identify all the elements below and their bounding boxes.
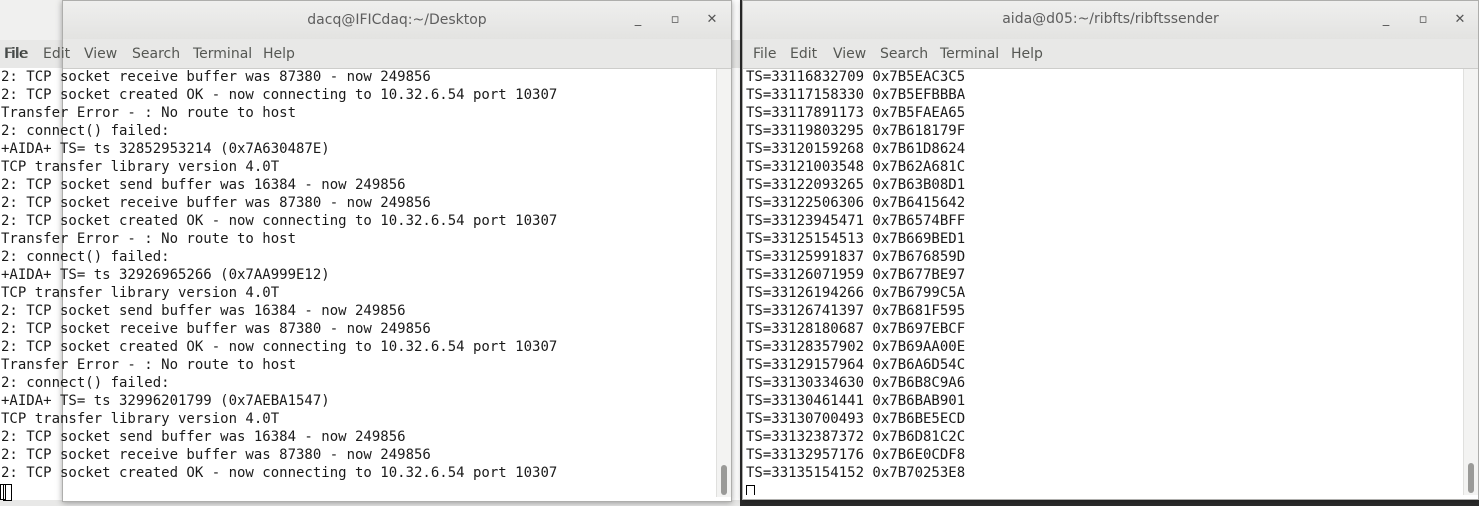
left-terminal-output[interactable]: 2: TCP socket receive buffer was 87380 -… [1, 69, 717, 501]
left-scrollbar[interactable] [716, 69, 731, 497]
terminal-line: 2: TCP socket created OK - now connectin… [1, 465, 558, 481]
terminal-line: 2: TCP socket send buffer was 16384 - no… [1, 303, 406, 319]
terminal-line: TS=33129157964 0x7B6A6D54C [746, 357, 966, 373]
menu-terminal[interactable]: Terminal [940, 46, 999, 62]
minimize-icon[interactable]: _ [629, 11, 647, 29]
terminal-line: 2: TCP socket receive buffer was 87380 -… [1, 447, 431, 463]
terminal-line: 2: connect() failed: [1, 249, 170, 265]
left-menubar: File Edit View Search Terminal Help [5, 39, 731, 69]
close-icon[interactable]: ✕ [1451, 11, 1469, 29]
menu-view[interactable]: View [833, 46, 866, 62]
terminal-line: 2: TCP socket receive buffer was 87380 -… [1, 195, 431, 211]
terminal-line: TS=33122093265 0x7B63B08D1 [746, 177, 966, 193]
terminal-line: TS=33132387372 0x7B6D81C2C [746, 429, 966, 445]
terminal-line: Transfer Error - : No route to host [1, 105, 297, 121]
terminal-line: Transfer Error - : No route to host [1, 357, 297, 373]
terminal-line: TS=33125991837 0x7B676859D [746, 249, 966, 265]
terminal-line: TS=33122506306 0x7B6415642 [746, 195, 966, 211]
menu-terminal[interactable]: Terminal [193, 46, 252, 62]
menu-file[interactable]: File [5, 46, 28, 62]
right-menubar: File Edit View Search Terminal Help [743, 39, 1478, 69]
terminal-line: +AIDA+ TS= ts 32996201799 (0x7AEBA1547) [1, 393, 330, 409]
terminal-line: TS=33123945471 0x7B6574BFF [746, 213, 966, 229]
right-window-title: aida@d05:~/ribfts/ribftssender [1002, 11, 1219, 27]
terminal-line: 2: TCP socket created OK - now connectin… [1, 339, 558, 355]
terminal-line: 2: connect() failed: [1, 123, 170, 139]
terminal-line: TS=33130334630 0x7B6B8C9A6 [746, 375, 966, 391]
minimize-icon[interactable]: _ [1377, 11, 1395, 29]
terminal-line: 2: TCP socket receive buffer was 87380 -… [1, 321, 431, 337]
menu-search[interactable]: Search [880, 46, 928, 62]
terminal-line: TS=33126194266 0x7B6799C5A [746, 285, 966, 301]
terminal-line: TS=33120159268 0x7B61D8624 [746, 141, 966, 157]
background-titlebar [0, 0, 62, 40]
right-scrollbar[interactable] [1463, 69, 1478, 495]
maximize-icon[interactable]: ▫ [666, 11, 684, 29]
left-terminal-window[interactable]: dacq@IFICdaq:~/Desktop _ ▫ ✕ File Edit V… [1, 0, 732, 502]
terminal-line: Transfer Error - : No route to host [1, 231, 297, 247]
menu-help[interactable]: Help [1011, 46, 1043, 62]
menu-file[interactable]: File [753, 46, 776, 62]
menu-search[interactable]: Search [132, 46, 180, 62]
terminal-line: TS=33125154513 0x7B669BED1 [746, 231, 966, 247]
terminal-cursor [3, 484, 12, 501]
terminal-line: +AIDA+ TS= ts 32852953214 (0x7A630487E) [1, 141, 330, 157]
terminal-line: TS=33117158330 0x7B5EFBBBA [746, 87, 966, 103]
left-titlebar[interactable]: dacq@IFICdaq:~/Desktop _ ▫ ✕ [63, 1, 731, 40]
menu-view[interactable]: View [84, 46, 117, 62]
left-scroll-thumb[interactable] [721, 465, 727, 495]
terminal-line: TCP transfer library version 4.0T [1, 159, 280, 175]
terminal-line: TS=33130700493 0x7B6BE5ECD [746, 411, 966, 427]
terminal-line: TS=33119803295 0x7B618179F [746, 123, 966, 139]
terminal-line: TS=33117891173 0x7B5FAEA65 [746, 105, 966, 121]
terminal-cursor [746, 485, 755, 495]
right-scroll-thumb[interactable] [1468, 463, 1474, 493]
terminal-line: 2: TCP socket send buffer was 16384 - no… [1, 429, 406, 445]
menu-edit[interactable]: Edit [790, 46, 817, 62]
terminal-line: TS=33126071959 0x7B677BE97 [746, 267, 966, 283]
terminal-line: 2: TCP socket receive buffer was 87380 -… [1, 69, 431, 85]
terminal-line: TS=33130461441 0x7B6BAB901 [746, 393, 966, 409]
terminal-line: 2: connect() failed: [1, 375, 170, 391]
terminal-line: 2: TCP socket send buffer was 16384 - no… [1, 177, 406, 193]
terminal-line: 2: TCP socket created OK - now connectin… [1, 87, 558, 103]
terminal-line: TS=33121003548 0x7B62A681C [746, 159, 966, 175]
terminal-line: 2: TCP socket created OK - now connectin… [1, 213, 558, 229]
menu-help[interactable]: Help [263, 46, 295, 62]
terminal-line: TCP transfer library version 4.0T [1, 411, 280, 427]
menu-edit[interactable]: Edit [43, 46, 70, 62]
terminal-line: TS=33128180687 0x7B697EBCF [746, 321, 966, 337]
right-terminal-output[interactable]: TS=33116832709 0x7B5EAC3C5 TS=33117158330… [745, 69, 1464, 495]
terminal-line: TS=33132957176 0x7B6E0CDF8 [746, 447, 966, 463]
right-terminal-window[interactable]: aida@d05:~/ribfts/ribftssender _ ▫ ✕ Fil… [742, 0, 1479, 500]
terminal-line: TS=33116832709 0x7B5EAC3C5 [746, 69, 966, 85]
close-icon[interactable]: ✕ [703, 11, 721, 29]
terminal-line: TS=33128357902 0x7B69AA00E [746, 339, 966, 355]
maximize-icon[interactable]: ▫ [1414, 11, 1432, 29]
right-titlebar[interactable]: aida@d05:~/ribfts/ribftssender _ ▫ ✕ [743, 1, 1478, 40]
terminal-line: TS=33126741397 0x7B681F595 [746, 303, 966, 319]
terminal-line: +AIDA+ TS= ts 32926965266 (0x7AA999E12) [1, 267, 330, 283]
terminal-line: TCP transfer library version 4.0T [1, 285, 280, 301]
terminal-line: TS=33135154152 0x7B70253E8 [746, 465, 966, 481]
